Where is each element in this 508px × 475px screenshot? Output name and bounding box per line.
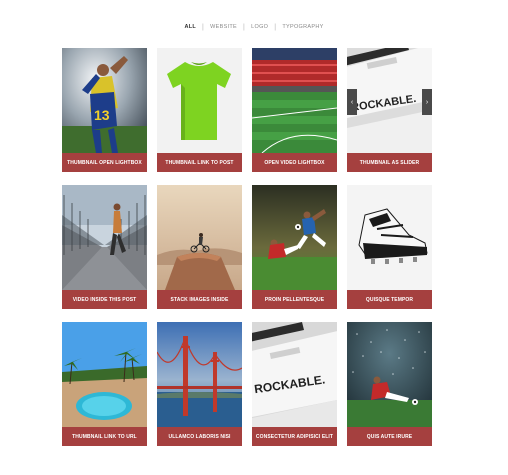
golden-gate-image[interactable] [157,322,242,427]
slider-next-button[interactable]: › [422,89,432,115]
pool-palms-image[interactable] [62,322,147,427]
business-card-image[interactable]: ROCKABLE. [347,48,432,153]
filter-website[interactable]: Website [204,24,243,30]
portfolio-item[interactable]: Proin Pellentesque [252,185,337,309]
item-caption[interactable]: Ullamco Laboris Nisi [157,427,242,446]
soccer-tackle-image[interactable] [252,185,337,290]
item-caption[interactable]: Thumbnail Open Lightbox [62,153,147,172]
portfolio-item[interactable]: Thumbnail Link to Post [157,48,242,172]
portfolio-item[interactable]: Stack Images Inside [157,185,242,309]
item-caption[interactable]: Quisque Tempor [347,290,432,309]
portfolio-item[interactable]: 13 Thumbnail Open Lightbox [62,48,147,172]
portfolio-item[interactable]: Quisque Tempor [347,185,432,309]
filter-typography[interactable]: Typography [276,24,329,30]
business-card-image[interactable]: ROCKABLE. [252,322,337,427]
soccer-slide-image[interactable] [347,322,432,427]
portfolio-grid: 13 Thumbnail Open Lightbox Thumbnail Lin… [62,48,432,446]
filter-logo[interactable]: Logo [245,24,274,30]
item-caption[interactable]: Open Video Lightbox [252,153,337,172]
portfolio-item[interactable]: Quis Aute Irure [347,322,432,446]
item-caption[interactable]: Consectetur Adipisici Elit [252,427,337,446]
item-caption[interactable]: Video Inside This Post [62,290,147,309]
portfolio-filter-bar: All | Website | Logo | Typography [0,20,508,34]
item-caption[interactable]: Thumbnail as Slider [347,153,432,172]
portfolio-item[interactable]: ROCKABLE. ‹ › Thumbnail as Slider [347,48,432,172]
item-caption[interactable]: Proin Pellentesque [252,290,337,309]
slider-prev-button[interactable]: ‹ [347,89,357,115]
portfolio-item[interactable]: Open Video Lightbox [252,48,337,172]
item-caption[interactable]: Thumbnail Link to Post [157,153,242,172]
green-tshirt-image[interactable] [157,48,242,153]
portfolio-item[interactable]: Ullamco Laboris Nisi [157,322,242,446]
stadium-image[interactable] [252,48,337,153]
filter-all[interactable]: All [178,24,202,30]
item-caption[interactable]: Quis Aute Irure [347,427,432,446]
soccer-boot-image[interactable] [347,185,432,290]
item-caption[interactable]: Thumbnail Link to URL [62,427,147,446]
item-caption[interactable]: Stack Images Inside [157,290,242,309]
svg-text:13: 13 [94,107,110,123]
soccer-players-celebrating-image[interactable]: 13 [62,48,147,153]
portfolio-item[interactable]: Thumbnail Link to URL [62,322,147,446]
cyclist-rock-image[interactable] [157,185,242,290]
portfolio-item[interactable]: ROCKABLE. Consectetur Adipisici Elit [252,322,337,446]
portfolio-item[interactable]: Video Inside This Post [62,185,147,309]
runner-bridge-image[interactable] [62,185,147,290]
